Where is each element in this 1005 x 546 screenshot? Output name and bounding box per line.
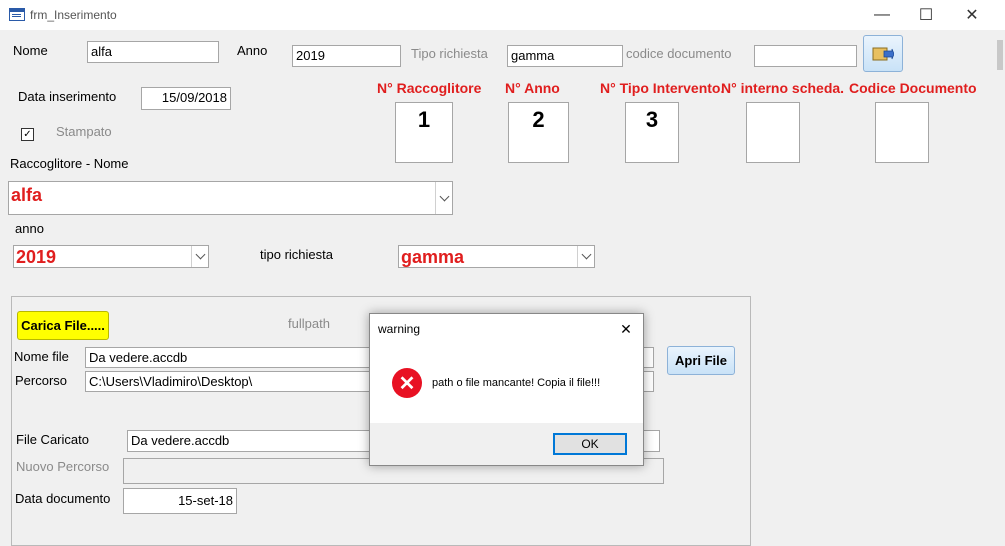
chevron-down-icon (439, 191, 449, 201)
dialog-message: path o file mancante! Copia il file!!! (432, 377, 601, 389)
tipo-intervento-number[interactable]: 3 (625, 102, 679, 163)
warning-dialog: warning ✕ ✕ path o file mancante! Copia … (369, 313, 644, 466)
form-app-icon (9, 8, 25, 21)
close-window-button[interactable]: ✕ (949, 0, 995, 30)
tipo-richiesta-label: Tipo richiesta (411, 46, 488, 61)
fullpath-label: fullpath (288, 316, 330, 331)
anno-combo-value: 2019 (16, 247, 57, 267)
folder-arrow-icon (872, 47, 894, 61)
ok-button[interactable]: OK (553, 433, 627, 455)
anno-label: Anno (237, 43, 268, 58)
percorso-label: Percorso (15, 373, 68, 388)
folder-action-button[interactable] (863, 35, 903, 72)
chevron-down-icon (195, 249, 205, 260)
raccoglitore-nome-label: Raccoglitore - Nome (10, 156, 129, 171)
tipo-richiesta-combo-value: gamma (401, 247, 465, 267)
interno-scheda-number[interactable] (746, 102, 800, 163)
dialog-title: warning (378, 322, 421, 336)
anno-dropdown-button[interactable] (191, 246, 208, 267)
anno-field[interactable]: 2019 (292, 45, 401, 67)
error-icon: ✕ (392, 368, 422, 398)
raccoglitore-header: N° Raccoglitore (377, 80, 482, 96)
raccoglitore-number[interactable]: 1 (395, 102, 453, 163)
stampato-label: Stampato (56, 124, 112, 139)
chevron-down-icon (581, 249, 591, 260)
carica-file-button[interactable]: Carica File..... (17, 311, 109, 340)
tipo-richiesta-combo-label: tipo richiesta (260, 247, 333, 262)
anno-header: N° Anno (505, 80, 560, 96)
scrollbar-thumb[interactable] (997, 40, 1003, 70)
data-documento-field[interactable]: 15-set-18 (123, 488, 237, 514)
raccoglitore-combo[interactable]: alfa (8, 181, 453, 215)
data-inserimento-label: Data inserimento (18, 89, 117, 104)
anno-number[interactable]: 2 (508, 102, 569, 163)
window-title: frm_Inserimento (30, 8, 117, 22)
codice-documento-header: Codice Documento (849, 80, 977, 96)
tipo-richiesta-field[interactable]: gamma (507, 45, 623, 67)
nuovo-percorso-label: Nuovo Percorso (16, 459, 110, 474)
nome-file-label: Nome file (14, 349, 69, 364)
interno-scheda-header: N° interno scheda. (721, 80, 845, 96)
anno-combo-label: anno (15, 221, 44, 236)
tipo-intervento-header: N° Tipo Intervento. (600, 80, 725, 96)
vertical-scrollbar[interactable] (994, 30, 1005, 541)
codice-documento-number[interactable] (875, 102, 929, 163)
maximize-button[interactable]: ☐ (903, 0, 949, 30)
tipo-richiesta-combo[interactable]: gamma (398, 245, 595, 268)
file-caricato-label: File Caricato (16, 432, 89, 447)
title-bar (0, 0, 1005, 30)
data-documento-label: Data documento (15, 491, 111, 506)
dialog-close-button[interactable]: ✕ (614, 318, 638, 340)
data-inserimento-field[interactable]: 15/09/2018 (141, 87, 231, 110)
stampato-checkbox[interactable]: ✓ (21, 128, 34, 141)
nome-field[interactable]: alfa (87, 41, 219, 63)
nome-label: Nome (13, 43, 48, 58)
tipo-richiesta-dropdown-button[interactable] (577, 246, 594, 267)
raccoglitore-dropdown-button[interactable] (435, 182, 452, 214)
anno-combo[interactable]: 2019 (13, 245, 209, 268)
codice-documento-field[interactable] (754, 45, 857, 67)
apri-file-button[interactable]: Apri File (667, 346, 735, 375)
codice-documento-label: codice documento (626, 46, 732, 61)
minimize-button[interactable]: — (859, 0, 905, 30)
raccoglitore-combo-value: alfa (11, 185, 43, 205)
